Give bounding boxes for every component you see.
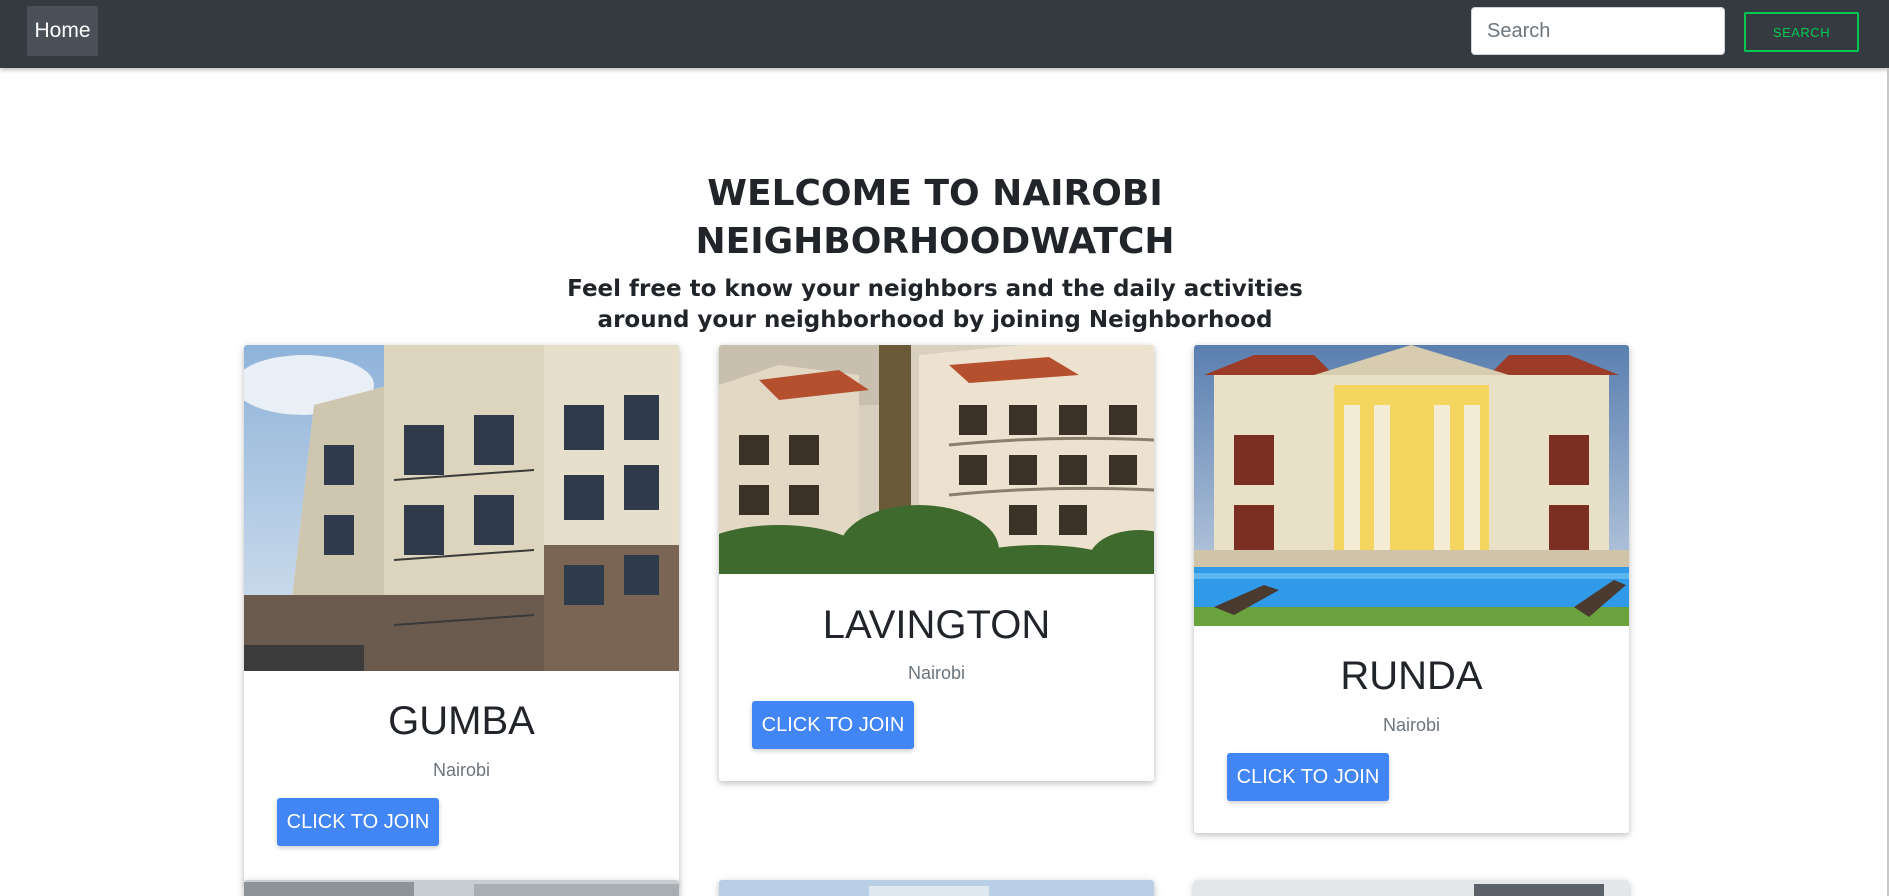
page: Home SEARCH WELCOME TO NAIROBI NEIGHBORH…	[0, 0, 1889, 896]
apartment-complex-photo	[719, 345, 1154, 574]
neighborhood-card-lavington: LAVINGTON Nairobi CLICK TO JOIN	[719, 345, 1154, 781]
neighborhood-city: Nairobi	[432, 760, 491, 780]
neighborhood-card-runda: RUNDA Nairobi CLICK TO JOIN	[1194, 345, 1629, 833]
neighborhood-name: LAVINGTON	[822, 603, 1051, 647]
search-button[interactable]: SEARCH	[1744, 12, 1859, 52]
building-photo	[1194, 880, 1629, 896]
neighborhood-card-row2-1	[244, 880, 679, 896]
neighborhood-name: GUMBA	[388, 699, 535, 743]
home-nav-link[interactable]: Home	[27, 6, 98, 56]
apartment-building-photo	[244, 345, 679, 671]
page-subtitle-line-2: around your neighborhood by joining Neig…	[597, 307, 1273, 333]
neighborhood-city: Nairobi	[907, 663, 966, 683]
building-photo	[244, 880, 679, 896]
building-photo	[719, 880, 1154, 896]
page-title: WELCOME TO NAIROBI NEIGHBORHOODWATCH	[560, 170, 1310, 266]
search-input[interactable]	[1471, 7, 1725, 55]
neighborhood-card-row2-3	[1194, 880, 1629, 896]
neighborhood-card-row2-2	[719, 880, 1154, 896]
neighborhood-name: RUNDA	[1340, 654, 1483, 698]
page-subtitle: Feel free to know your neighbors and the…	[560, 274, 1310, 336]
neighborhood-city: Nairobi	[1382, 715, 1441, 735]
page-subtitle-line-1: Feel free to know your neighbors and the…	[567, 276, 1303, 302]
page-title-line-2: NEIGHBORHOODWATCH	[695, 221, 1175, 262]
join-button-gumba[interactable]: CLICK TO JOIN	[277, 798, 439, 846]
mansion-with-pool-photo	[1194, 345, 1629, 626]
top-navbar: Home SEARCH	[0, 0, 1889, 68]
neighborhood-card-gumba: GUMBA Nairobi CLICK TO JOIN	[244, 345, 679, 885]
join-button-runda[interactable]: CLICK TO JOIN	[1227, 753, 1389, 801]
join-button-lavington[interactable]: CLICK TO JOIN	[752, 701, 914, 749]
page-title-line-1: WELCOME TO NAIROBI	[707, 173, 1163, 214]
